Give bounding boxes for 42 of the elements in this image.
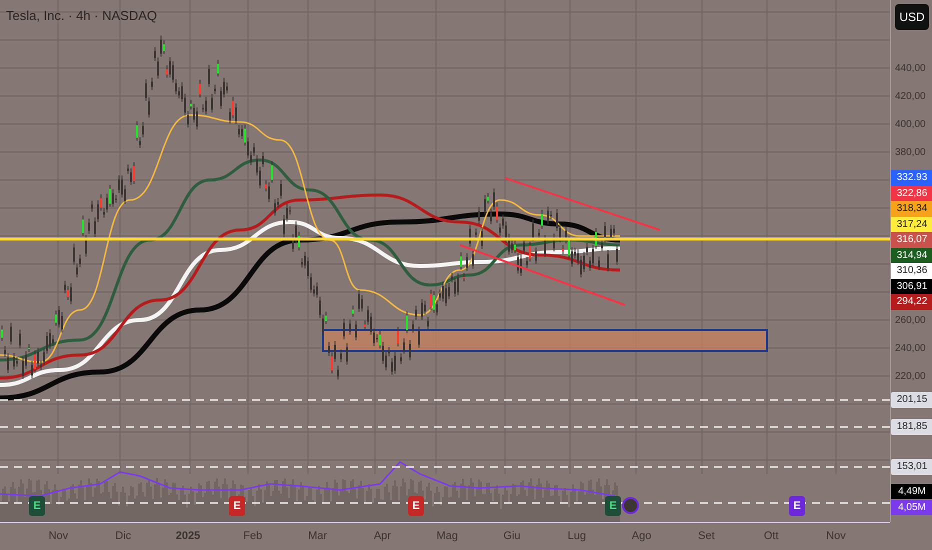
earnings-marker[interactable]: E (229, 496, 245, 516)
price-tag: 306,91 (891, 278, 932, 294)
price-tag: 322,86 (891, 186, 932, 201)
axis-label: 240,00 (895, 342, 926, 356)
time-label: Set (697, 529, 716, 544)
price-tag: 317,24 (891, 216, 932, 232)
circle-marker-icon (622, 497, 639, 514)
time-label: Lug (566, 529, 587, 544)
axis-label: 420,00 (895, 90, 926, 104)
currency-button[interactable]: USD (895, 4, 929, 30)
price-line-label: 201,15 (891, 392, 932, 408)
axis-label: 400,00 (895, 118, 926, 132)
time-label: Feb (242, 529, 264, 544)
price-tag: 314,94 (891, 248, 932, 263)
time-label: 2025 (174, 529, 202, 544)
price-line-label: 181,85 (891, 419, 932, 435)
price-line-label: 153,01 (891, 459, 932, 475)
time-label: Nov (825, 529, 847, 544)
earnings-marker[interactable]: E (29, 496, 45, 516)
time-label: Ago (630, 529, 652, 544)
earnings-marker[interactable]: E (789, 496, 805, 516)
axis-label: 220,00 (895, 370, 926, 384)
time-label: Dic (114, 529, 132, 544)
earnings-marker[interactable]: E (605, 496, 621, 516)
price-tag: 294,22 (891, 294, 932, 310)
time-label: Mag (435, 529, 459, 544)
chart-title: Tesla, Inc. · 4h · NASDAQ (6, 7, 157, 25)
price-tag: 332.93 (891, 170, 932, 186)
axis-label: 260,00 (895, 314, 926, 328)
price-tag: 316,07 (891, 232, 932, 248)
axis-label: 440,00 (895, 62, 926, 76)
time-label: Ott (762, 529, 780, 544)
price-tag: 318,34 (891, 201, 932, 216)
price-tag: 310,36 (891, 263, 932, 278)
time-label: Nov (48, 529, 70, 544)
earnings-marker[interactable]: E (408, 496, 424, 516)
axis-label: 380,00 (895, 146, 926, 160)
time-label: Giu (502, 529, 522, 544)
volume-tag: 4,05M (891, 500, 932, 515)
time-label: Apr (372, 529, 392, 544)
volume-tag: 4,49M (891, 484, 932, 499)
time-label: Mar (307, 529, 328, 544)
